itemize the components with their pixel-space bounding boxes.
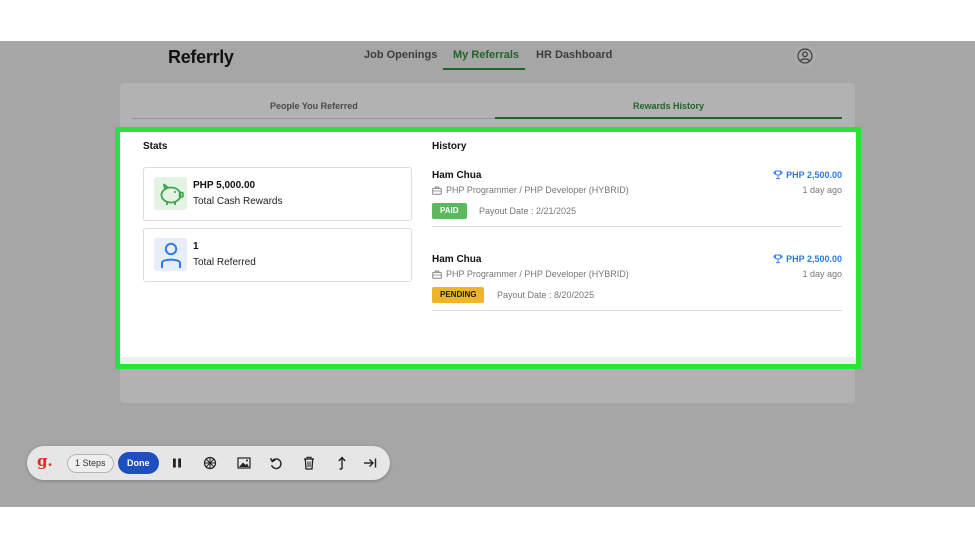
done-button[interactable]: Done: [118, 452, 159, 474]
panel-bottom-strip: [120, 357, 856, 364]
payout-date: Payout Date : 2/21/2025: [479, 206, 577, 216]
referee-name: Ham Chua: [432, 254, 482, 265]
job-title: PHP Programmer / PHP Developer (HYBRID): [446, 269, 629, 279]
reward-amount-row: PHP 2,500.00: [773, 254, 842, 264]
history-item: Ham Chua PHP Programmer / PHP Developer …: [432, 254, 842, 334]
referee-name: Ham Chua: [432, 170, 482, 181]
image-icon[interactable]: [235, 454, 253, 472]
job-title-row: PHP Programmer / PHP Developer (HYBRID): [432, 185, 629, 195]
nav-tab-hr-dashboard[interactable]: HR Dashboard: [536, 49, 612, 61]
top-navigation: Referrly Job Openings My Referrals HR Da…: [0, 41, 975, 71]
status-badge-pending: PENDING: [432, 287, 485, 303]
nav-tab-job-openings[interactable]: Job Openings: [364, 49, 437, 61]
stat-value-referred: 1: [193, 241, 199, 252]
blur-icon[interactable]: [201, 454, 219, 472]
pause-icon[interactable]: [168, 454, 186, 472]
recorder-logo[interactable]: g.: [37, 452, 53, 470]
piggy-bank-icon: [154, 177, 187, 210]
user-profile-button[interactable]: [794, 45, 816, 67]
trash-icon[interactable]: [300, 454, 318, 472]
history-divider: [432, 226, 842, 227]
app-logo[interactable]: Referrly: [168, 47, 234, 68]
nav-tab-my-referrals[interactable]: My Referrals: [453, 49, 519, 61]
stats-title: Stats: [143, 141, 168, 152]
stat-card-cash-rewards: PHP 5,000.00 Total Cash Rewards: [143, 167, 412, 221]
time-ago: 1 day ago: [802, 269, 842, 279]
reward-amount: PHP 2,500.00: [786, 170, 842, 180]
app-stage: Referrly Job Openings My Referrals HR Da…: [0, 41, 975, 507]
briefcase-icon: [432, 186, 442, 195]
trophy-icon: [773, 170, 783, 180]
recorder-toolbar: g. 1 Steps Done: [27, 446, 390, 480]
subtab-rewards-history[interactable]: Rewards History: [633, 101, 704, 111]
nav-active-indicator: [443, 68, 525, 70]
subtab-active-indicator: [495, 117, 842, 119]
undo-icon[interactable]: [267, 454, 285, 472]
reward-amount: PHP 2,500.00: [786, 254, 842, 264]
user-icon: [154, 238, 187, 271]
history-divider: [432, 310, 842, 311]
job-title-row: PHP Programmer / PHP Developer (HYBRID): [432, 269, 629, 279]
payout-date: Payout Date : 8/20/2025: [497, 290, 595, 300]
time-ago: 1 day ago: [802, 185, 842, 195]
steps-count-pill[interactable]: 1 Steps: [67, 454, 114, 473]
user-circle-icon: [797, 48, 813, 64]
rewards-panel-highlight: Stats PHP 5,000.00 Total Cash Rewards 1 …: [115, 127, 861, 369]
reward-amount-row: PHP 2,500.00: [773, 170, 842, 180]
job-title: PHP Programmer / PHP Developer (HYBRID): [446, 185, 629, 195]
trophy-icon: [773, 254, 783, 264]
briefcase-icon: [432, 270, 442, 279]
stat-label-referred: Total Referred: [193, 257, 256, 268]
history-title: History: [432, 141, 467, 152]
stat-card-total-referred: 1 Total Referred: [143, 228, 412, 282]
subtab-people-you-referred[interactable]: People You Referred: [270, 101, 358, 111]
stat-value-cash: PHP 5,000.00: [193, 180, 256, 191]
arrow-up-icon[interactable]: [333, 454, 351, 472]
history-item: Ham Chua PHP Programmer / PHP Developer …: [432, 170, 842, 250]
status-badge-paid: PAID: [432, 203, 467, 219]
skip-end-icon[interactable]: [361, 454, 379, 472]
stat-label-cash: Total Cash Rewards: [193, 196, 283, 207]
